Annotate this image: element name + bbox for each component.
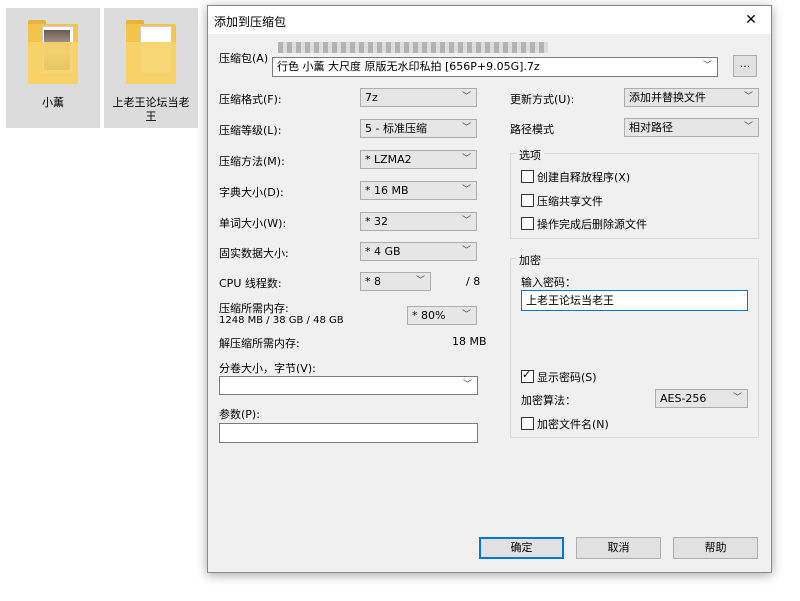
add-to-archive-dialog: 添加到压缩包 ✕ 压缩包(A) 行色 小薰 大尺度 原版无水印私拍 [656P+… bbox=[207, 5, 772, 573]
algo-select[interactable]: AES-256 ﹀ bbox=[655, 389, 748, 408]
solid-value: * 4 GB bbox=[365, 245, 401, 258]
update-select[interactable]: 添加并替换文件 ﹀ bbox=[624, 88, 759, 107]
dict-select[interactable]: * 16 MB ﹀ bbox=[360, 181, 477, 200]
params-label: 参数(P): bbox=[219, 408, 260, 421]
algo-label: 加密算法： bbox=[521, 394, 576, 407]
chevron-down-icon[interactable]: ﹀ bbox=[463, 377, 472, 394]
delete-label: 操作完成后删除源文件 bbox=[537, 218, 647, 231]
desktop-icon-label: 上老王论坛当老王 bbox=[112, 96, 190, 123]
dict-label: 字典大小(D): bbox=[219, 186, 284, 199]
shared-checkbox[interactable]: 压缩共享文件 bbox=[521, 193, 603, 209]
archive-name-combo[interactable]: 行色 小薰 大尺度 原版无水印私拍 [656P+9.05G].7z ﹀ bbox=[272, 57, 718, 77]
archive-name-value: 行色 小薰 大尺度 原版无水印私拍 [656P+9.05G].7z bbox=[277, 60, 540, 73]
checkbox-checked-icon[interactable] bbox=[521, 368, 534, 383]
sfx-checkbox[interactable]: 创建自释放程序(X) bbox=[521, 169, 630, 185]
checkbox-icon[interactable] bbox=[521, 194, 534, 207]
word-select[interactable]: * 32 ﹀ bbox=[360, 212, 477, 231]
mem-compress-label: 压缩所需内存: bbox=[219, 302, 289, 315]
solid-label: 固实数据大小: bbox=[219, 247, 289, 260]
desktop-folder-laowang[interactable]: 上老王论坛当老王 bbox=[104, 8, 198, 128]
level-label: 压缩等级(L): bbox=[219, 124, 282, 137]
mem-decompress-label: 解压缩所需内存: bbox=[219, 337, 300, 350]
folder-icon bbox=[126, 20, 176, 84]
options-title: 选项 bbox=[516, 147, 544, 163]
show-password-label: 显示密码(S) bbox=[537, 371, 597, 384]
encrypt-names-checkbox[interactable]: 加密文件名(N) bbox=[521, 416, 609, 432]
path-label: 路径模式 bbox=[510, 123, 554, 136]
mem-usage-select[interactable]: * 80% ﹀ bbox=[407, 306, 477, 325]
dialog-title: 添加到压缩包 bbox=[214, 15, 287, 29]
chevron-down-icon: ﹀ bbox=[461, 216, 471, 226]
cpu-label: CPU 线程数: bbox=[219, 277, 282, 290]
chevron-down-icon[interactable]: ﹀ bbox=[703, 58, 712, 75]
algo-value: AES-256 bbox=[660, 392, 707, 405]
format-label: 压缩格式(F): bbox=[219, 93, 282, 106]
cpu-value: * 8 bbox=[365, 275, 381, 288]
password-input[interactable]: 上老王论坛当老王 bbox=[521, 290, 748, 311]
update-value: 添加并替换文件 bbox=[629, 91, 706, 104]
folder-icon bbox=[28, 20, 78, 84]
chevron-down-icon: ﹀ bbox=[461, 310, 471, 320]
chevron-down-icon: ﹀ bbox=[732, 393, 742, 403]
chevron-down-icon: ﹀ bbox=[461, 185, 471, 195]
archive-label: 压缩包(A) bbox=[219, 52, 269, 65]
method-select[interactable]: * LZMA2 ﹀ bbox=[360, 150, 477, 169]
method-value: * LZMA2 bbox=[365, 153, 412, 166]
path-select[interactable]: 相对路径 ﹀ bbox=[624, 118, 759, 137]
cancel-button[interactable]: 取消 bbox=[576, 537, 661, 559]
params-input[interactable] bbox=[219, 423, 478, 443]
level-value: 5 - 标准压缩 bbox=[365, 122, 427, 135]
desktop-icon-label: 小薰 bbox=[42, 96, 64, 109]
chevron-down-icon: ﹀ bbox=[743, 122, 753, 132]
shared-label: 压缩共享文件 bbox=[537, 195, 603, 208]
level-select[interactable]: 5 - 标准压缩 ﹀ bbox=[360, 119, 477, 138]
browse-button[interactable]: ... bbox=[733, 55, 757, 77]
format-select[interactable]: 7z ﹀ bbox=[360, 88, 477, 107]
solid-select[interactable]: * 4 GB ﹀ bbox=[360, 242, 477, 261]
mem-usage-value: * 80% bbox=[412, 309, 446, 322]
word-value: * 32 bbox=[365, 215, 388, 228]
dict-value: * 16 MB bbox=[365, 184, 409, 197]
close-icon[interactable]: ✕ bbox=[731, 6, 771, 34]
volume-combo[interactable]: ﹀ bbox=[219, 376, 478, 395]
cpu-select[interactable]: * 8 ﹀ bbox=[360, 272, 431, 291]
sfx-label: 创建自释放程序(X) bbox=[537, 171, 631, 184]
ok-button[interactable]: 确定 bbox=[479, 537, 564, 559]
redacted-path bbox=[278, 42, 548, 53]
chevron-down-icon: ﹀ bbox=[743, 92, 753, 102]
chevron-down-icon: ﹀ bbox=[461, 246, 471, 256]
checkbox-icon[interactable] bbox=[521, 170, 534, 183]
password-label: 输入密码： bbox=[521, 276, 576, 289]
format-value: 7z bbox=[365, 91, 378, 104]
checkbox-icon[interactable] bbox=[521, 217, 534, 230]
delete-checkbox[interactable]: 操作完成后删除源文件 bbox=[521, 216, 647, 232]
desktop-folder-xiaoxun[interactable]: 小薰 bbox=[6, 8, 100, 128]
update-label: 更新方式(U): bbox=[510, 93, 575, 106]
cpu-total: / 8 bbox=[466, 275, 481, 288]
mem-decompress-value: 18 MB bbox=[452, 335, 487, 348]
chevron-down-icon: ﹀ bbox=[461, 92, 471, 102]
path-value: 相对路径 bbox=[629, 121, 673, 134]
title-bar[interactable]: 添加到压缩包 ✕ bbox=[208, 6, 771, 34]
checkbox-icon[interactable] bbox=[521, 417, 534, 430]
chevron-down-icon: ﹀ bbox=[461, 154, 471, 164]
method-label: 压缩方法(M): bbox=[219, 155, 285, 168]
volume-label: 分卷大小，字节(V): bbox=[219, 362, 316, 375]
show-password-checkbox[interactable]: 显示密码(S) bbox=[521, 368, 597, 385]
chevron-down-icon: ﹀ bbox=[461, 123, 471, 133]
mem-compress-detail: 1248 MB / 38 GB / 48 GB bbox=[219, 315, 344, 326]
word-label: 单词大小(W): bbox=[219, 217, 287, 230]
encryption-title: 加密 bbox=[516, 252, 544, 268]
help-button[interactable]: 帮助 bbox=[673, 537, 758, 559]
encrypt-names-label: 加密文件名(N) bbox=[537, 418, 609, 431]
chevron-down-icon: ﹀ bbox=[415, 276, 425, 286]
